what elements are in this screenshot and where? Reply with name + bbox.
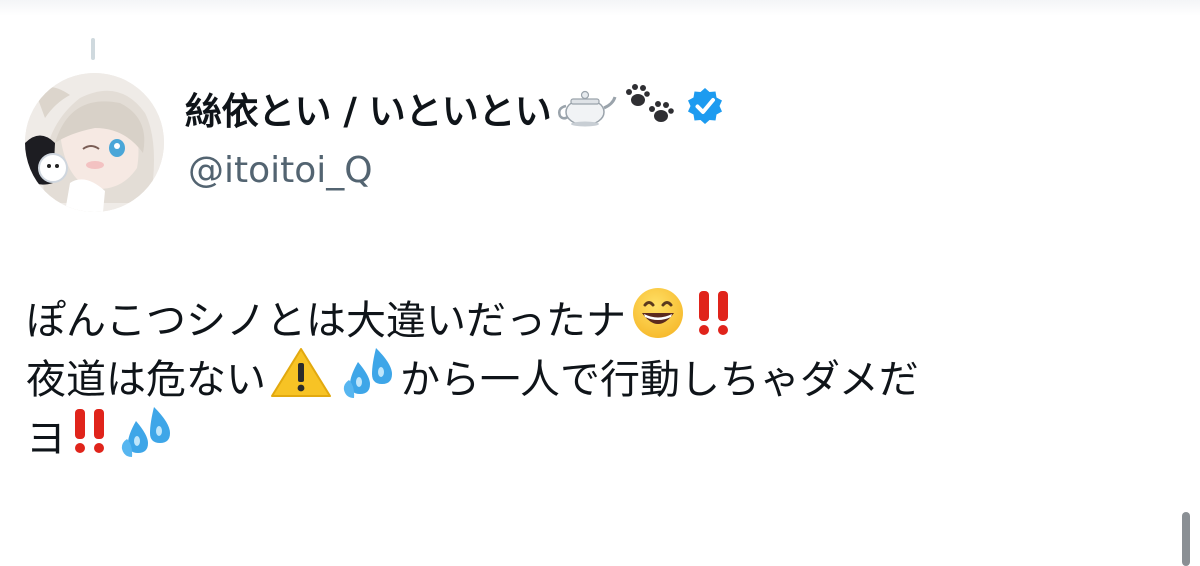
avatar-image <box>25 73 164 212</box>
paw-prints-emoji-icon <box>621 82 681 134</box>
post-text-segment: ぽんこつシノとは大違いだったナ <box>26 298 626 344</box>
sweat-droplets-emoji-icon <box>340 344 396 417</box>
avatar[interactable] <box>25 73 164 212</box>
post-text-line-1: ぽんこつシノとは大違いだったナ <box>26 288 1146 351</box>
scrollbar[interactable] <box>1182 512 1190 566</box>
post-text-segment: ヨ <box>26 416 66 462</box>
post-text-line-2: 夜道は危ない から一人で行動しちゃダメだ <box>26 348 1146 410</box>
double-exclamation-emoji-icon <box>70 406 110 473</box>
post-text-segment: 夜道は危ない <box>26 357 266 403</box>
warning-emoji-icon <box>270 346 332 415</box>
double-exclamation-emoji-icon <box>694 288 734 355</box>
author-handle[interactable]: @itoitoi_Q <box>188 150 373 191</box>
thread-connector-line <box>91 38 95 60</box>
post-text: ぽんこつシノとは大違いだったナ 夜道は危ない から一人で行動しちゃダメだ ヨ <box>26 288 1146 469</box>
teapot-emoji-icon <box>555 84 617 132</box>
grinning-face-emoji-icon <box>630 285 686 358</box>
post-card: 絲依とい / いといとい @itoitoi_Q ぽんこつシノとは大違いだったナ … <box>0 0 1200 566</box>
verified-badge-icon[interactable] <box>685 86 725 130</box>
post-text-line-3: ヨ <box>26 407 1146 469</box>
author-name-row[interactable]: 絲依とい / いといとい <box>185 81 725 135</box>
author-display-name[interactable]: 絲依とい / いといとい <box>185 81 552 135</box>
post-text-segment: から一人で行動しちゃダメだ <box>400 357 919 403</box>
sweat-droplets-emoji-icon <box>118 403 174 476</box>
top-divider <box>0 0 1200 16</box>
